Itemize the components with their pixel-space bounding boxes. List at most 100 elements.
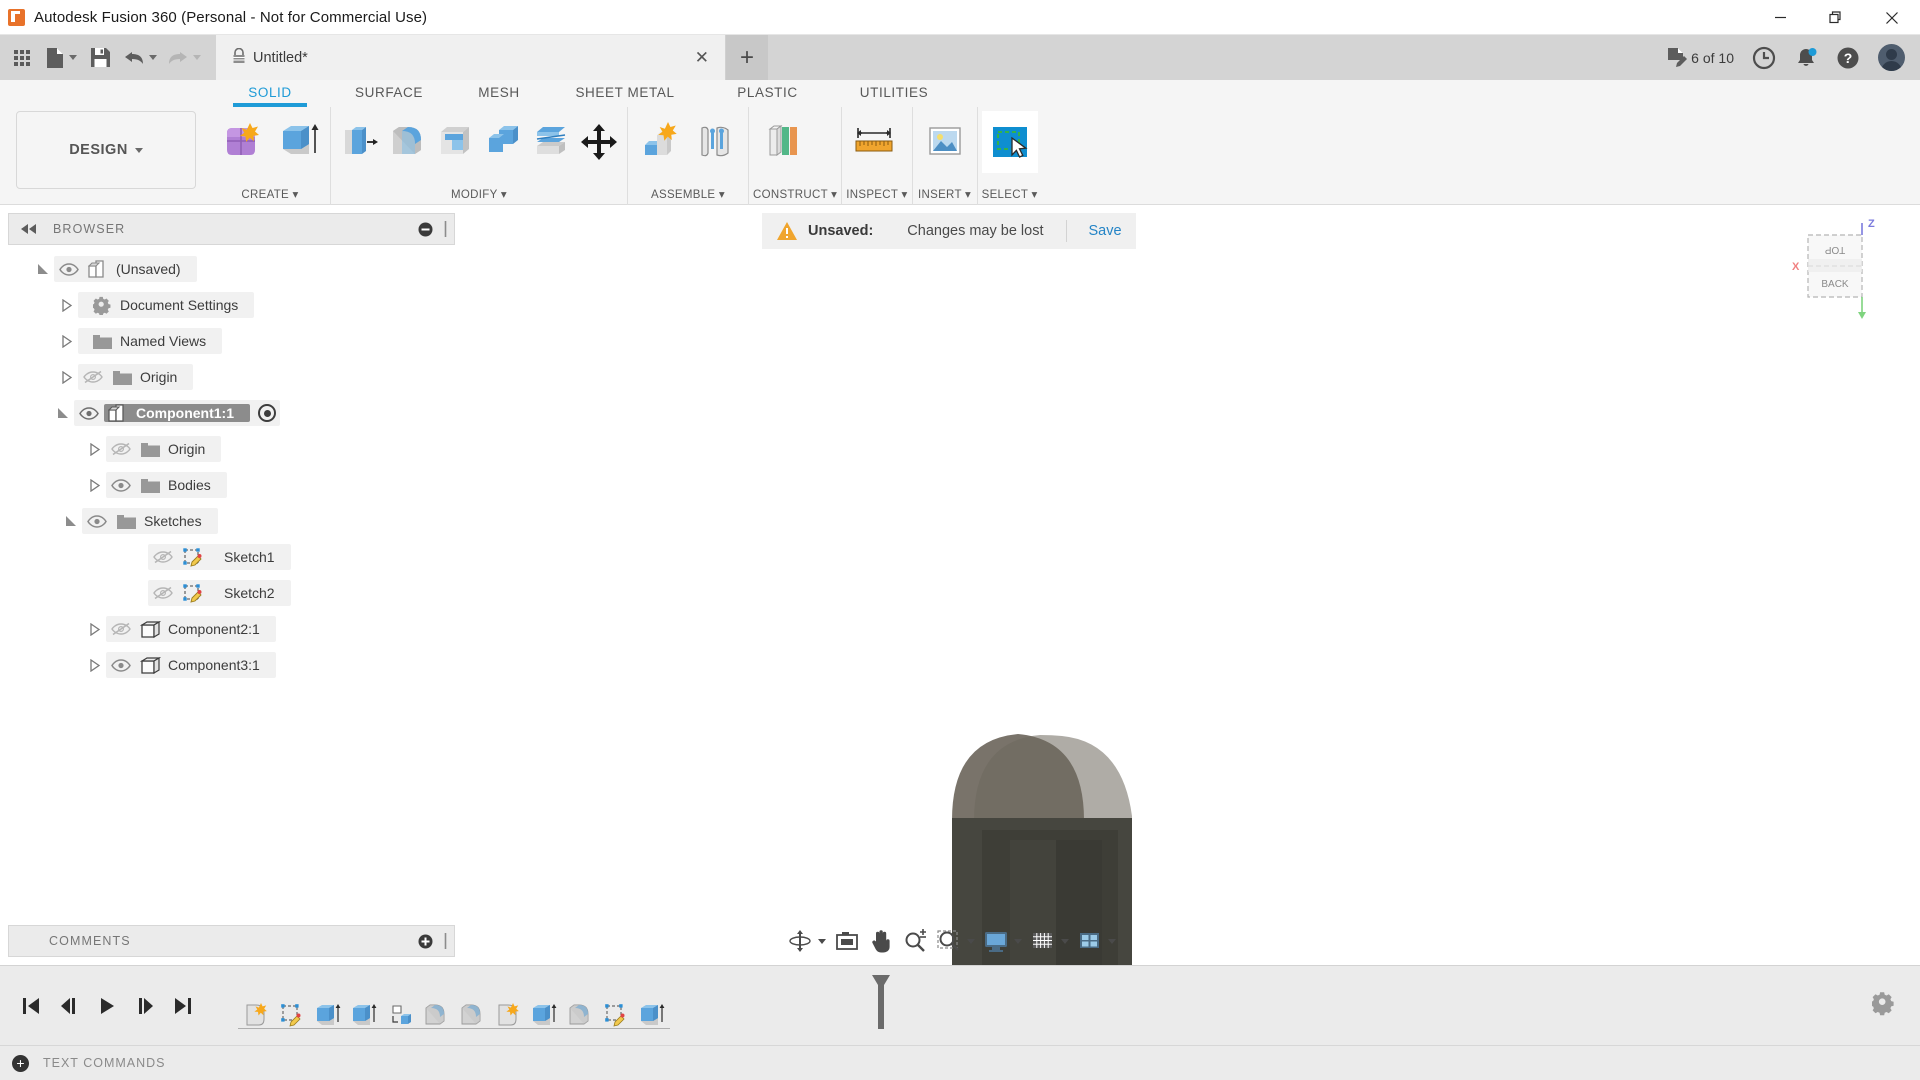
tree-node-origin-root[interactable]: Origin: [8, 359, 455, 395]
expand-arrow-expanded-icon[interactable]: [52, 400, 74, 426]
panel-label-construct[interactable]: CONSTRUCT ▾: [753, 187, 837, 205]
panel-label-create[interactable]: CREATE ▾: [214, 187, 326, 205]
timeline-feature-sketch-create-2[interactable]: [490, 993, 526, 1037]
timeline-feature-extrude-2[interactable]: [346, 993, 382, 1037]
collapse-left-icon[interactable]: [21, 224, 37, 234]
timeline-feature-fillet-1[interactable]: [418, 993, 454, 1037]
tree-node-named-views[interactable]: Named Views: [8, 323, 455, 359]
visibility-eye-icon[interactable]: [54, 263, 84, 276]
minus-circle-icon[interactable]: [418, 222, 433, 237]
expand-arrow-expanded-icon[interactable]: [32, 256, 54, 282]
plus-circle-icon[interactable]: +: [12, 1055, 29, 1072]
nav-viewport-layout[interactable]: [1073, 923, 1120, 959]
timeline-feature-fillet-3[interactable]: [562, 993, 598, 1037]
tool-offset-plane[interactable]: [753, 111, 809, 173]
tab-utilities[interactable]: UTILITIES: [830, 80, 958, 100]
new-tab-button[interactable]: +: [726, 35, 768, 80]
expand-arrow-collapsed-icon[interactable]: [84, 472, 106, 498]
tree-node-component3[interactable]: Component3:1: [8, 647, 455, 683]
visibility-eye-hidden-icon[interactable]: [78, 370, 108, 384]
timeline-step-forward[interactable]: [126, 984, 164, 1028]
redo-button[interactable]: [162, 39, 206, 76]
panel-label-inspect[interactable]: INSPECT ▾: [846, 187, 907, 205]
maximize-button[interactable]: [1808, 0, 1864, 35]
tool-create-sketch[interactable]: [214, 111, 270, 173]
tool-fillet[interactable]: [383, 111, 431, 173]
tree-node-origin-child[interactable]: Origin: [8, 431, 455, 467]
nav-zoom[interactable]: [898, 923, 932, 959]
visibility-eye-icon[interactable]: [74, 407, 104, 420]
expand-arrow-collapsed-icon[interactable]: [56, 328, 78, 354]
tree-node-unsaved[interactable]: (Unsaved): [8, 251, 455, 287]
panel-label-modify[interactable]: MODIFY ▾: [335, 187, 623, 205]
timeline-play[interactable]: [88, 984, 126, 1028]
tool-move-copy[interactable]: [575, 111, 623, 173]
expand-arrow-collapsed-icon[interactable]: [84, 652, 106, 678]
panel-label-select[interactable]: SELECT ▾: [982, 187, 1038, 205]
nav-look-at[interactable]: [830, 923, 864, 959]
tool-extrude[interactable]: [270, 111, 326, 173]
tree-node-component1[interactable]: Component1:1: [8, 395, 455, 431]
tree-node-document-settings[interactable]: Document Settings: [8, 287, 455, 323]
expand-arrow-collapsed-icon[interactable]: [84, 436, 106, 462]
tab-mesh[interactable]: MESH: [453, 80, 545, 100]
nav-orbit[interactable]: [783, 923, 830, 959]
activate-component-radio[interactable]: [258, 404, 276, 422]
account-avatar-button[interactable]: [1869, 35, 1914, 80]
undo-button[interactable]: [118, 39, 162, 76]
visibility-eye-icon[interactable]: [106, 479, 136, 492]
recents-button[interactable]: [1743, 35, 1785, 80]
save-button[interactable]: [82, 39, 118, 76]
timeline-settings-button[interactable]: [1872, 991, 1898, 1020]
workspace-selector[interactable]: DESIGN: [16, 111, 196, 189]
new-file-button[interactable]: [40, 39, 82, 76]
nav-fit[interactable]: [932, 923, 979, 959]
timeline-feature-fillet-2[interactable]: [454, 993, 490, 1037]
tree-node-sketch2[interactable]: Sketch2: [8, 575, 455, 611]
timeline-feature-sketch[interactable]: [274, 993, 310, 1037]
tool-combine[interactable]: [479, 111, 527, 173]
visibility-eye-hidden-icon[interactable]: [106, 622, 136, 636]
timeline-playhead[interactable]: [870, 975, 892, 1029]
timeline-feature-sketch-create[interactable]: [238, 993, 274, 1037]
nav-display-settings[interactable]: [979, 923, 1026, 959]
close-button[interactable]: [1864, 0, 1920, 35]
tool-joint[interactable]: [688, 111, 744, 173]
nav-pan[interactable]: [864, 923, 898, 959]
tool-press-pull[interactable]: [335, 111, 383, 173]
tree-node-sketches[interactable]: Sketches: [8, 503, 455, 539]
save-link[interactable]: Save: [1089, 223, 1122, 239]
timeline-skip-end[interactable]: [164, 984, 202, 1028]
expand-arrow-collapsed-icon[interactable]: [84, 616, 106, 642]
tab-surface[interactable]: SURFACE: [325, 80, 453, 100]
nav-grid-snap[interactable]: [1026, 923, 1073, 959]
apps-grid-button[interactable]: [4, 39, 40, 76]
timeline-feature-component-split[interactable]: [382, 993, 418, 1037]
expand-arrow-expanded-icon[interactable]: [60, 508, 82, 534]
tool-new-component[interactable]: [632, 111, 688, 173]
visibility-eye-icon[interactable]: [106, 659, 136, 672]
close-tab-button[interactable]: ✕: [689, 48, 715, 68]
visibility-eye-icon[interactable]: [82, 515, 112, 528]
visibility-eye-hidden-icon[interactable]: [148, 586, 178, 600]
visibility-eye-hidden-icon[interactable]: [148, 550, 178, 564]
timeline-feature-extrude-3[interactable]: [526, 993, 562, 1037]
expand-arrow-collapsed-icon[interactable]: [56, 292, 78, 318]
panel-label-assemble[interactable]: ASSEMBLE ▾: [632, 187, 744, 205]
tab-plastic[interactable]: PLASTIC: [705, 80, 830, 100]
notifications-button[interactable]: [1785, 35, 1827, 80]
view-cube[interactable]: TOP BACK Z X: [1786, 215, 1896, 325]
timeline-skip-start[interactable]: [12, 984, 50, 1028]
document-tab-untitled[interactable]: Untitled* ✕: [216, 35, 726, 80]
tool-offset-face[interactable]: [527, 111, 575, 173]
tool-insert-image[interactable]: [917, 111, 973, 173]
expand-arrow-collapsed-icon[interactable]: [56, 364, 78, 390]
tool-measure[interactable]: [846, 111, 902, 173]
job-status-button[interactable]: 6 of 10: [1657, 35, 1743, 80]
tab-solid[interactable]: SOLID: [215, 80, 325, 100]
timeline-feature-sketch-2[interactable]: [598, 993, 634, 1037]
panel-label-insert[interactable]: INSERT ▾: [917, 187, 973, 205]
tree-node-bodies[interactable]: Bodies: [8, 467, 455, 503]
resize-handle-icon[interactable]: [443, 221, 448, 237]
tab-sheet-metal[interactable]: SHEET METAL: [545, 80, 705, 100]
